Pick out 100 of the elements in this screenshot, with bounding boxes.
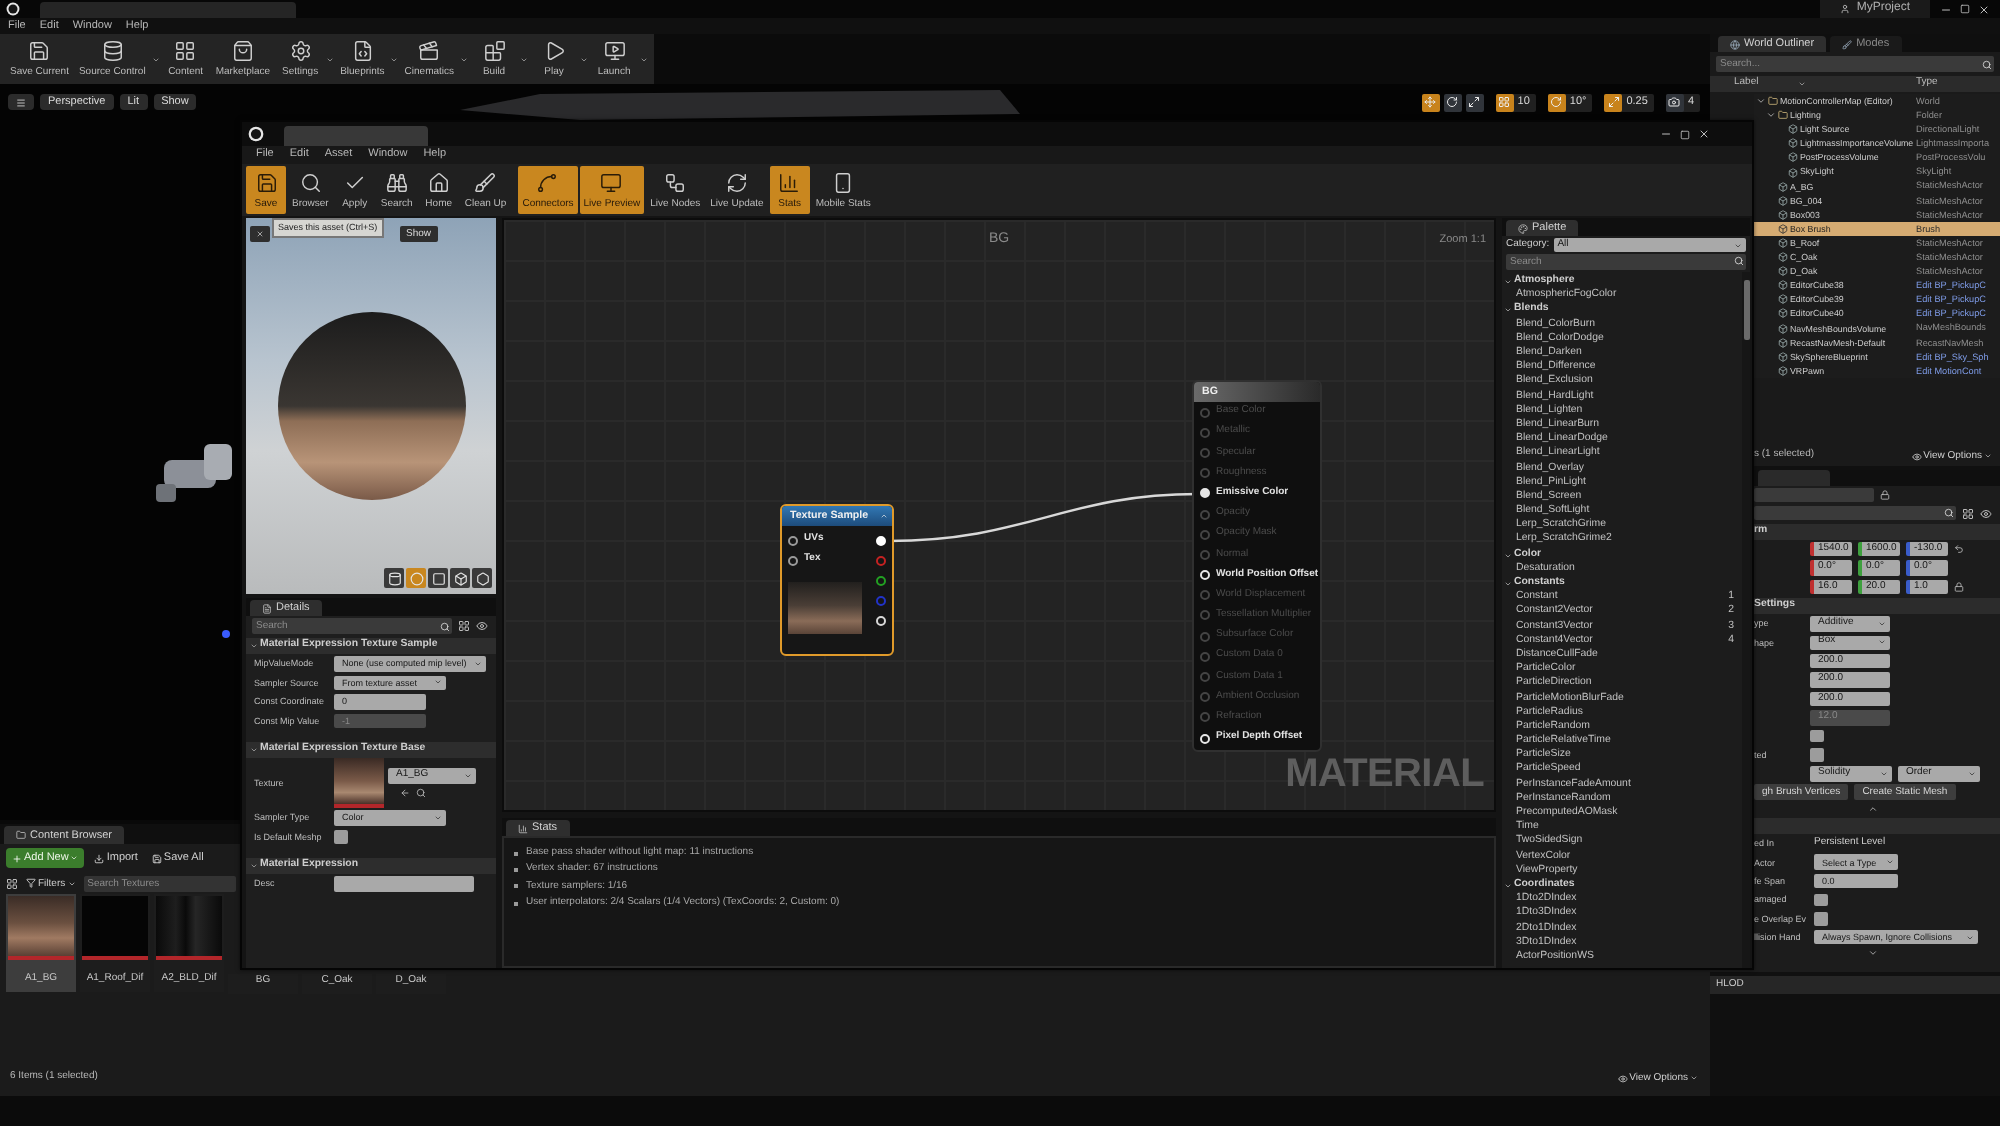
spline-icon <box>536 171 559 193</box>
folder-icon <box>1768 96 1778 107</box>
cube-icon <box>1788 152 1798 163</box>
cube-icon <box>1778 252 1788 263</box>
floppy-disk-icon <box>151 853 162 863</box>
search-icon <box>299 171 322 193</box>
grid-icon <box>174 40 197 62</box>
cube-icon <box>1778 266 1788 277</box>
pin-icon <box>788 535 798 545</box>
arrow-left-icon[interactable] <box>400 787 410 798</box>
viewport-menu-button[interactable] <box>8 94 34 110</box>
globe-icon <box>1730 39 1740 49</box>
bar-chart-icon <box>778 171 801 193</box>
rotate-icon[interactable] <box>1443 93 1462 111</box>
binoculars-icon <box>385 171 408 193</box>
smartphone-icon <box>832 171 855 193</box>
eye-icon <box>1911 451 1922 461</box>
check-icon <box>343 171 366 193</box>
eye-icon <box>1617 1073 1628 1083</box>
eye-icon[interactable] <box>476 620 488 632</box>
database-icon <box>101 40 124 62</box>
preview-menu-button[interactable] <box>250 226 270 242</box>
preview-mesh-button[interactable] <box>450 568 470 588</box>
square-icon <box>431 571 445 585</box>
play-icon <box>543 40 566 62</box>
minimize-icon[interactable] <box>1940 3 1952 15</box>
palette-icon <box>1518 223 1528 233</box>
person-icon <box>1840 4 1851 14</box>
eye-icon[interactable] <box>1980 507 1992 519</box>
mesh-drawing <box>156 444 232 502</box>
cylinder-icon <box>387 571 401 585</box>
cube-icon <box>1778 365 1788 376</box>
menu-icon <box>16 97 26 107</box>
house-icon <box>427 171 450 193</box>
search-icon[interactable] <box>416 787 426 798</box>
document-icon <box>262 603 272 613</box>
grid-icon[interactable] <box>6 877 18 889</box>
bar-chart-icon <box>518 823 528 833</box>
minimize-icon[interactable] <box>1660 128 1672 140</box>
name-field[interactable] <box>1754 487 1874 503</box>
cube-icon <box>1778 323 1788 334</box>
texture-thumbnail <box>8 896 74 960</box>
cube-icon <box>1778 280 1788 291</box>
move-icon[interactable] <box>1421 93 1440 111</box>
texture-thumbnail <box>82 896 148 960</box>
lock-icon <box>1880 490 1890 500</box>
marker-icon <box>222 630 230 638</box>
checkbox[interactable] <box>334 830 347 843</box>
search-icon <box>1944 508 1954 518</box>
cube-icon <box>1778 308 1788 319</box>
pin-icon <box>788 555 798 565</box>
scrollbar-thumb[interactable] <box>1743 279 1749 339</box>
graph-corner-label: MATERIAL <box>1285 752 1484 798</box>
checkbox[interactable] <box>1810 748 1823 762</box>
checkbox[interactable] <box>1814 893 1827 907</box>
bag-icon <box>231 40 254 62</box>
grid-icon[interactable] <box>1962 507 1974 519</box>
plus-icon <box>12 853 22 863</box>
cube-icon <box>453 571 467 585</box>
search-icon <box>440 621 450 631</box>
close-icon[interactable] <box>1978 3 1990 15</box>
monitor-icon <box>600 171 623 193</box>
maximize-icon[interactable] <box>1960 4 1970 14</box>
search-field[interactable] <box>1754 505 1956 521</box>
text-field[interactable] <box>334 876 474 891</box>
cube-icon <box>1788 138 1798 149</box>
checkbox[interactable] <box>1814 912 1827 926</box>
preview-mesh-button[interactable] <box>384 568 404 588</box>
file-code-icon <box>351 40 374 62</box>
folder-icon <box>1778 110 1788 121</box>
cube-icon <box>1778 223 1788 234</box>
folder-icon <box>16 830 26 840</box>
grid-icon[interactable] <box>458 620 470 632</box>
monitor-play-icon <box>603 40 626 62</box>
cube-icon <box>1788 167 1798 178</box>
refresh-icon <box>726 171 748 193</box>
search-icon <box>1734 256 1744 267</box>
material-result-node[interactable] <box>1192 380 1322 752</box>
search-icon <box>1982 59 1992 69</box>
sphere-icon <box>409 571 423 585</box>
cube-icon <box>1778 337 1788 348</box>
clapperboard-icon <box>418 40 441 62</box>
cube-icon <box>1778 237 1788 248</box>
preview-mesh-button[interactable] <box>428 568 448 588</box>
checkbox[interactable] <box>1810 729 1823 743</box>
preview-mesh-button[interactable] <box>472 568 492 588</box>
cube-icon <box>1778 209 1788 220</box>
reset-arrow-icon[interactable] <box>1954 544 1964 555</box>
cube-icon <box>1778 351 1788 362</box>
texture-thumbnail <box>156 896 222 960</box>
lock-icon[interactable] <box>1954 581 1964 592</box>
filter-icon <box>26 878 36 888</box>
workflow-icon <box>664 171 687 193</box>
texture-thumbnail <box>334 758 384 808</box>
scale-icon[interactable] <box>1465 93 1484 111</box>
brush-icon <box>1842 39 1853 49</box>
close-icon[interactable] <box>1698 128 1710 140</box>
settings-icon <box>289 40 312 62</box>
texture-preview-image <box>788 582 862 634</box>
maximize-icon[interactable] <box>1680 129 1690 139</box>
